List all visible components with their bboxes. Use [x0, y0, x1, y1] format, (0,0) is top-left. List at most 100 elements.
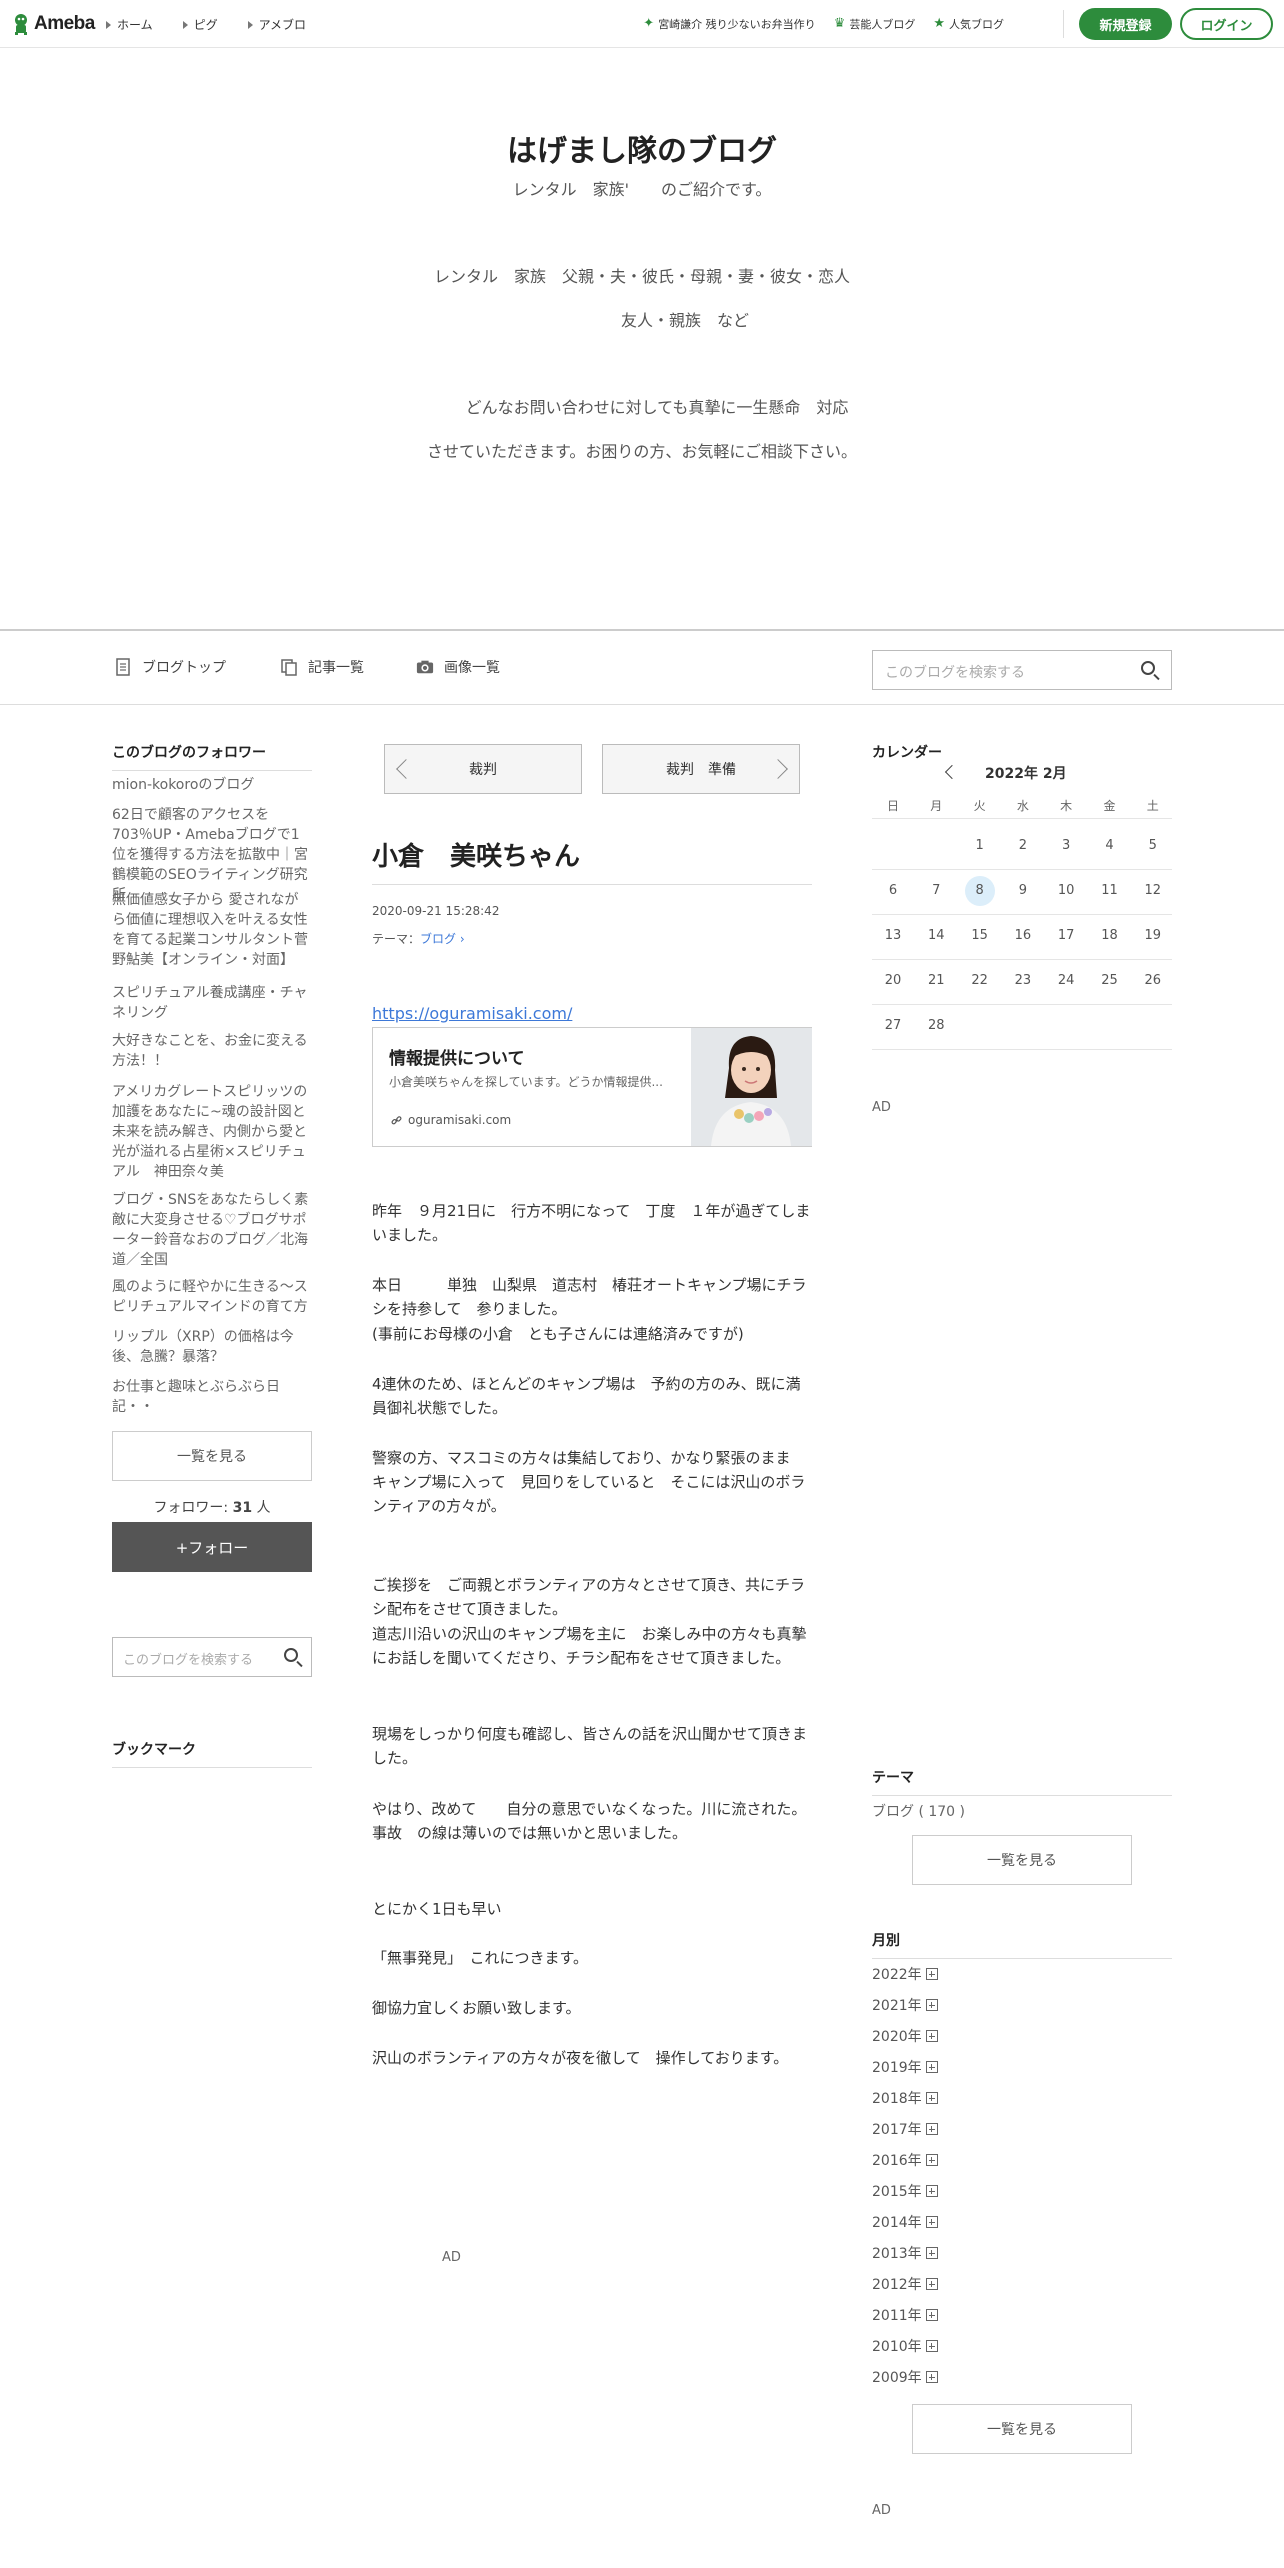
- next-article-button[interactable]: 裁判 準備: [602, 744, 800, 794]
- register-button[interactable]: 新規登録: [1079, 8, 1172, 40]
- link-card[interactable]: 情報提供について 小倉美咲ちゃんを探しています。どうか情報提供... ogura…: [372, 1027, 812, 1147]
- monthly-heading: 月別: [872, 1930, 1172, 1959]
- nav-home[interactable]: ホーム: [106, 16, 153, 33]
- nav-ameblo[interactable]: アメブロ: [247, 16, 306, 33]
- expand-plus-icon[interactable]: [925, 2154, 938, 2166]
- follower-item[interactable]: リップル（XRP）の価格は今後、急騰？暴落？: [112, 1327, 312, 1367]
- followers-see-all-button[interactable]: 一覧を見る: [112, 1431, 312, 1481]
- calendar-day[interactable]: 23: [1008, 966, 1038, 996]
- header-link-celebrity[interactable]: ♛ 芸能人ブログ: [834, 16, 916, 32]
- ameba-logo[interactable]: Ameba: [12, 12, 95, 36]
- calendar-day[interactable]: 4: [1095, 831, 1125, 861]
- prev-article-button[interactable]: 裁判: [384, 744, 582, 794]
- expand-plus-icon[interactable]: [925, 2247, 938, 2259]
- calendar-day[interactable]: 10: [1051, 876, 1081, 906]
- expand-plus-icon[interactable]: [925, 1968, 938, 1980]
- menu-image-list[interactable]: 画像一覧: [416, 657, 500, 677]
- calendar-day[interactable]: 22: [965, 966, 995, 996]
- calendar-day[interactable]: 2: [1008, 831, 1038, 861]
- expand-plus-icon[interactable]: [925, 2123, 938, 2135]
- expand-plus-icon[interactable]: [925, 2340, 938, 2352]
- monthly-archive-item[interactable]: 2017年: [872, 2119, 938, 2139]
- expand-plus-icon[interactable]: [925, 2092, 938, 2104]
- monthly-archive-item[interactable]: 2022年: [872, 1964, 938, 1984]
- article-title[interactable]: 小倉 美咲ちゃん: [372, 836, 580, 873]
- follower-item[interactable]: アメリカグレートスピリッツの加護をあなたに~魂の設計図と未来を読み解き、内側から…: [112, 1082, 312, 1182]
- header-link-popular[interactable]: ★ 人気ブログ: [933, 16, 1004, 32]
- menu-blog-top[interactable]: ブログトップ: [114, 657, 226, 677]
- calendar-day[interactable]: 18: [1095, 921, 1125, 951]
- follower-item[interactable]: 無価値感女子から 愛されながら価値に理想収入を叶える女性を育てる起業コンサルタン…: [112, 890, 312, 970]
- monthly-archive-item[interactable]: 2011年: [872, 2305, 938, 2325]
- login-button[interactable]: ログイン: [1180, 8, 1273, 40]
- expand-plus-icon[interactable]: [925, 2030, 938, 2042]
- expand-plus-icon[interactable]: [925, 2216, 938, 2228]
- follower-item[interactable]: 風のように軽やかに生きる〜スピリチュアルマインドの育て方: [112, 1277, 312, 1317]
- monthly-see-all-button[interactable]: 一覧を見る: [912, 2404, 1132, 2454]
- calendar-day[interactable]: 9: [1008, 876, 1038, 906]
- monthly-archive-item[interactable]: 2019年: [872, 2057, 938, 2077]
- blog-search-input[interactable]: このブログを検索する: [872, 650, 1172, 690]
- article-external-link[interactable]: https://oguramisaki.com/: [372, 1004, 572, 1023]
- expand-plus-icon[interactable]: [925, 2061, 938, 2073]
- monthly-archive-item[interactable]: 2020年: [872, 2026, 938, 2046]
- blog-title[interactable]: はげまし隊のブログ: [0, 126, 1284, 170]
- monthly-archive-item[interactable]: 2009年: [872, 2367, 938, 2387]
- theme-link[interactable]: ブログ: [420, 932, 456, 946]
- search-icon[interactable]: [284, 1648, 298, 1662]
- article-paragraph: とにかく1日も早い: [372, 1900, 502, 1918]
- expand-plus-icon[interactable]: [925, 1999, 938, 2011]
- hero-line: レンタル 家族 父親・夫・彼氏・母親・妻・彼女・恋人: [433, 267, 850, 286]
- calendar-day[interactable]: 6: [878, 876, 908, 906]
- monthly-archive-item[interactable]: 2015年: [872, 2181, 938, 2201]
- calendar-prev-button[interactable]: [944, 764, 960, 780]
- expand-plus-icon[interactable]: [925, 2371, 938, 2383]
- follower-item[interactable]: 大好きなことを、お金に変える方法！！: [112, 1031, 312, 1071]
- follower-item[interactable]: お仕事と趣味とぶらぶら日記・・: [112, 1377, 312, 1417]
- follower-item[interactable]: mion-kokoroのブログ: [112, 775, 312, 795]
- calendar-day[interactable]: 3: [1051, 831, 1081, 861]
- sidebar-search-input[interactable]: このブログを検索する: [112, 1637, 312, 1677]
- monthly-archive-item[interactable]: 2010年: [872, 2336, 938, 2356]
- calendar-day[interactable]: 7: [921, 876, 951, 906]
- header-link-trend[interactable]: ✦ 宮崎謙介 残り少ないお弁当作り: [643, 16, 815, 32]
- follow-button[interactable]: +フォロー: [112, 1522, 312, 1572]
- theme-see-all-button[interactable]: 一覧を見る: [912, 1835, 1132, 1885]
- calendar-day[interactable]: 5: [1138, 831, 1168, 861]
- calendar-day[interactable]: 14: [921, 921, 951, 951]
- calendar-weekday: 水: [1016, 799, 1029, 813]
- follower-item[interactable]: スピリチュアル養成講座・チャネリング: [112, 983, 312, 1023]
- monthly-archive-item[interactable]: 2013年: [872, 2243, 938, 2263]
- calendar-day[interactable]: 16: [1008, 921, 1038, 951]
- search-icon[interactable]: [1141, 661, 1155, 675]
- calendar-day[interactable]: 17: [1051, 921, 1081, 951]
- calendar-day[interactable]: 28: [921, 1011, 951, 1041]
- monthly-archive-item[interactable]: 2014年: [872, 2212, 938, 2232]
- calendar-day[interactable]: 13: [878, 921, 908, 951]
- article-paragraph: 現場をしっかり何度も確認し、皆さんの話を沢山聞かせて頂きました。: [372, 1725, 808, 1767]
- divider: [1063, 10, 1064, 38]
- calendar-day[interactable]: 11: [1095, 876, 1125, 906]
- calendar-day[interactable]: 27: [878, 1011, 908, 1041]
- calendar-day[interactable]: 12: [1138, 876, 1168, 906]
- theme-item[interactable]: ブログ ( 170 ): [872, 1801, 965, 1821]
- calendar-day[interactable]: 19: [1138, 921, 1168, 951]
- menu-article-list[interactable]: 記事一覧: [280, 657, 364, 677]
- expand-plus-icon[interactable]: [925, 2309, 938, 2321]
- monthly-archive-item[interactable]: 2016年: [872, 2150, 938, 2170]
- calendar-day[interactable]: 25: [1095, 966, 1125, 996]
- calendar-day[interactable]: 1: [965, 831, 995, 861]
- nav-pigg[interactable]: ピグ: [182, 16, 218, 33]
- calendar-day[interactable]: 24: [1051, 966, 1081, 996]
- expand-plus-icon[interactable]: [925, 2185, 938, 2197]
- monthly-archive-item[interactable]: 2021年: [872, 1995, 938, 2015]
- calendar-day[interactable]: 20: [878, 966, 908, 996]
- monthly-archive-item[interactable]: 2018年: [872, 2088, 938, 2108]
- calendar-day[interactable]: 15: [965, 921, 995, 951]
- calendar-day[interactable]: 8: [964, 876, 995, 906]
- monthly-archive-item[interactable]: 2012年: [872, 2274, 938, 2294]
- follower-item[interactable]: ブログ・SNSをあなたらしく素敵に大変身させる♡ブログサポーター鈴音なおのブログ…: [112, 1190, 312, 1270]
- calendar-day[interactable]: 21: [921, 966, 951, 996]
- calendar-day[interactable]: 26: [1138, 966, 1168, 996]
- expand-plus-icon[interactable]: [925, 2278, 938, 2290]
